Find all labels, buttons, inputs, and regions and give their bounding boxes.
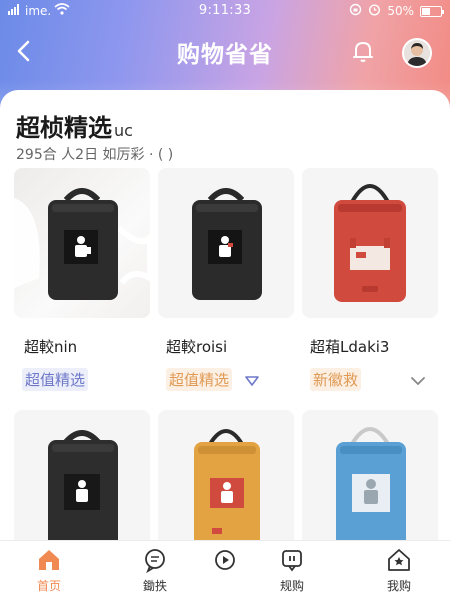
dropdown-chevron-2[interactable]: [244, 373, 260, 387]
content-card: 超桢精选 uc 295合 人2日 如厉彩 · ( ) 超較nin 超較roisi…: [0, 90, 450, 560]
avatar-image: [404, 40, 430, 66]
product-card-3[interactable]: [302, 168, 438, 318]
profile-icon: [388, 549, 410, 571]
status-right: 50%: [349, 3, 444, 19]
product-tag-2[interactable]: 超值精选: [166, 368, 233, 391]
play-icon: [215, 550, 235, 570]
home-icon: [39, 550, 59, 570]
tab-messages[interactable]: 规购: [252, 547, 332, 599]
status-bar: ime. 9:11:33 50%: [0, 0, 450, 22]
dropdown-chevron-3[interactable]: [410, 373, 426, 387]
battery-icon: [420, 5, 444, 17]
tab-profile-label: 我购: [386, 579, 411, 593]
page-title: 购物省省: [177, 42, 273, 68]
backpack-image: [334, 184, 406, 302]
product-card-2[interactable]: [158, 168, 294, 318]
backpack-image: [336, 427, 406, 550]
notification-button[interactable]: [350, 38, 376, 64]
bottom-tab-bar: 首页 鋤抶 规购 我购: [0, 540, 450, 600]
battery-percent: 50%: [387, 4, 414, 18]
bell-icon: [353, 42, 373, 62]
product-name-2: 超較roisi: [166, 338, 228, 356]
tab-chat-label: 鋤抶: [142, 579, 167, 593]
product-card-1[interactable]: [14, 168, 150, 318]
alarm-icon: [368, 3, 381, 19]
backpack-image: [194, 429, 260, 550]
section-heading-text: 超桢精选: [16, 114, 112, 142]
backpack-image: [192, 188, 262, 300]
message-icon: [282, 550, 302, 572]
product-card-5[interactable]: [158, 410, 294, 560]
tab-home-label: 首页: [36, 579, 61, 593]
product-tag-1[interactable]: 超值精选: [22, 368, 89, 391]
section-subtitle: 295合 人2日 如厉彩 · ( ): [16, 147, 174, 163]
chevron-down-icon: [411, 377, 425, 386]
tab-home[interactable]: 首页: [9, 547, 89, 599]
triangle-down-icon: [245, 376, 259, 386]
product-name-3: 超葙Ldaki3: [310, 338, 390, 356]
product-card-4[interactable]: [14, 410, 150, 560]
product-name-1: 超較nin: [24, 338, 78, 356]
backpack-image: [48, 430, 118, 550]
tab-profile[interactable]: 我购: [359, 547, 439, 599]
tab-chat[interactable]: 鋤抶: [115, 547, 195, 599]
section-heading-suffix: uc: [114, 121, 133, 140]
chat-icon: [145, 549, 165, 573]
backpack-image: [14, 188, 150, 300]
section-heading: 超桢精选 uc: [16, 108, 133, 143]
rotation-lock-icon: [349, 3, 362, 19]
top-nav: 购物省省: [0, 26, 450, 76]
product-tag-3[interactable]: 新徽救: [310, 368, 362, 391]
tab-messages-label: 规购: [279, 579, 304, 593]
avatar[interactable]: [402, 38, 432, 68]
product-card-6[interactable]: [302, 410, 438, 560]
